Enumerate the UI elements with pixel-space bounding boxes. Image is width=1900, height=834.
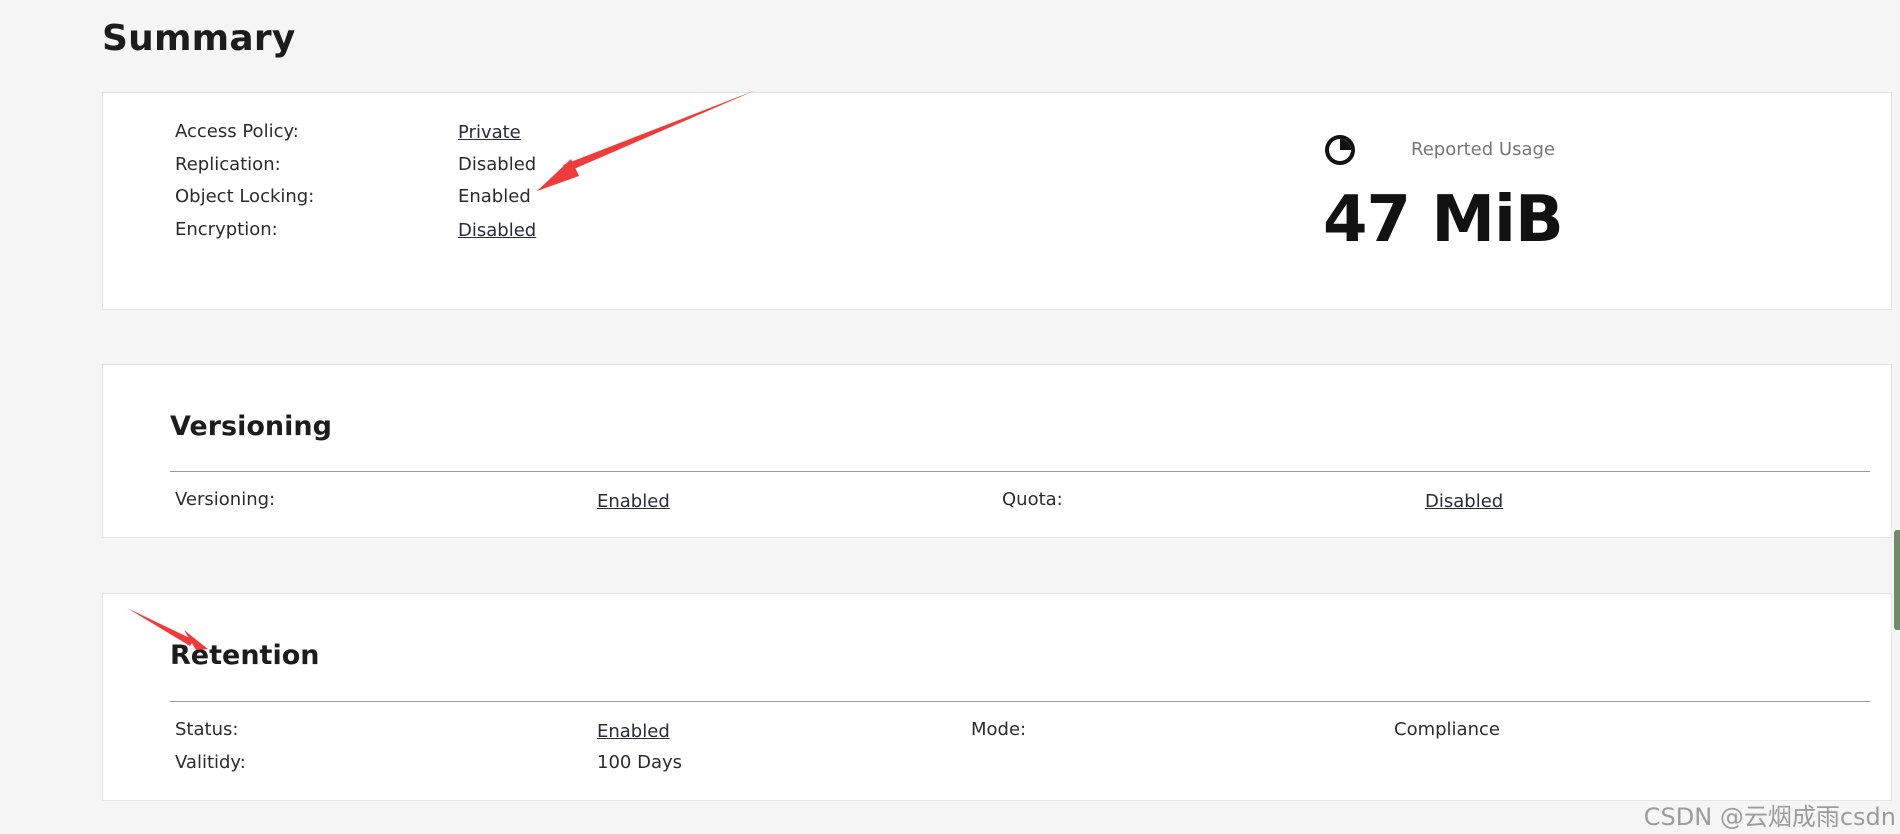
versioning-section-title: Versioning	[170, 411, 332, 442]
replication-value: Disabled	[458, 154, 537, 175]
retention-divider	[170, 701, 1870, 702]
summary-panel: Access Policy: Private Replication: Disa…	[102, 92, 1892, 310]
retention-validity-value: 100 Days	[597, 752, 682, 773]
scrollbar-handle[interactable]	[1894, 530, 1900, 630]
reported-usage-value: 47 MiB	[1323, 183, 1564, 257]
encryption-label: Encryption:	[175, 219, 278, 240]
object-locking-label: Object Locking:	[175, 186, 315, 207]
reported-usage-block: Reported Usage 47 MiB	[1323, 133, 1723, 273]
retention-validity-label: Valitidy:	[175, 752, 246, 773]
reported-usage-label: Reported Usage	[1411, 139, 1555, 160]
page-title: Summary	[102, 18, 296, 59]
retention-section-title: Retention	[170, 640, 320, 671]
bucket-summary-page: Summary Access Policy: Private Replicati…	[0, 0, 1900, 834]
object-locking-value: Enabled	[458, 186, 531, 207]
versioning-panel: Versioning Versioning: Enabled Quota: Di…	[102, 364, 1892, 538]
retention-status-label: Status:	[175, 719, 239, 740]
retention-panel: Retention Status: Enabled Mode: Complian…	[102, 593, 1892, 801]
replication-label: Replication:	[175, 154, 281, 175]
quota-link[interactable]: Disabled	[1425, 491, 1503, 513]
retention-mode-value: Compliance	[1394, 719, 1500, 740]
versioning-label: Versioning:	[175, 489, 276, 510]
access-policy-label: Access Policy:	[175, 121, 299, 142]
versioning-link[interactable]: Enabled	[597, 491, 670, 513]
access-policy-link[interactable]: Private	[458, 122, 521, 144]
quota-label: Quota:	[1002, 489, 1063, 510]
encryption-link[interactable]: Disabled	[458, 220, 536, 242]
versioning-divider	[170, 471, 1870, 472]
pie-chart-icon	[1325, 135, 1355, 165]
watermark-text: CSDN @云烟成雨csdn	[1643, 803, 1896, 831]
retention-mode-label: Mode:	[971, 719, 1027, 740]
retention-status-link[interactable]: Enabled	[597, 721, 670, 743]
